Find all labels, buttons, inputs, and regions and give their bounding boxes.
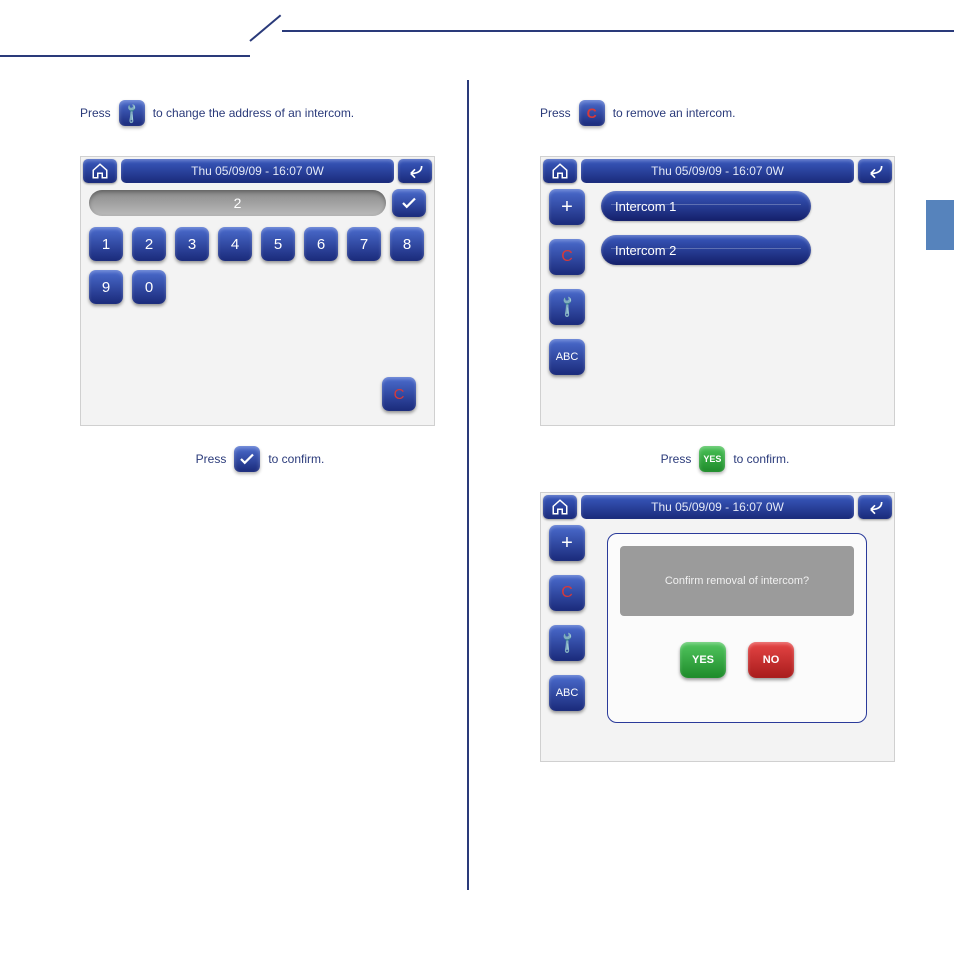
add-button[interactable]: + [549,525,585,561]
numpad: 1 2 3 4 5 6 7 8 9 0 [89,227,426,304]
text-suffix: to remove an intercom. [613,106,736,120]
no-button[interactable]: NO [748,642,794,678]
screen-intercom-list: Thu 05/09/09 - 16:07 0W + C 🔧 ABC Interc… [540,156,895,426]
yes-button[interactable]: YES [680,642,726,678]
wrench-icon: 🔧 [554,630,580,656]
abc-button[interactable]: ABC [549,675,585,711]
confirm-button[interactable] [392,189,426,217]
add-button[interactable]: + [549,189,585,225]
screen-body: + C 🔧 ABC Confirm removal of intercom? Y… [549,525,886,753]
back-button[interactable] [398,159,432,183]
abc-button[interactable]: ABC [549,339,585,375]
text-press: Press [661,452,692,466]
screen-body: 2 1 2 3 4 5 6 7 8 9 0 C [89,189,426,417]
list-item[interactable]: Intercom 1 [601,191,811,221]
screen-topbar: Thu 05/09/09 - 16:07 0W [541,493,894,521]
key-8[interactable]: 8 [390,227,424,261]
key-6[interactable]: 6 [304,227,338,261]
plus-icon: + [561,532,573,555]
text-suffix: to change the address of an intercom. [153,106,354,120]
home-icon [91,162,109,180]
text-press: Press [196,452,227,466]
key-7[interactable]: 7 [347,227,381,261]
left-column: Press 🔧 to change the address of an inte… [80,100,440,492]
key-2[interactable]: 2 [132,227,166,261]
text-press: Press [540,106,571,120]
decorative-line [249,15,281,42]
instruction-change-address: Press 🔧 to change the address of an inte… [80,100,440,126]
dialog-message: Confirm removal of intercom? [620,546,854,616]
list-item[interactable]: Intercom 2 [601,235,811,265]
back-arrow-icon [865,497,885,517]
intercom-list: Intercom 1 Intercom 2 [601,189,886,417]
list-item-label: Intercom 1 [615,199,676,214]
clear-button[interactable]: C [549,575,585,611]
topbar-datetime: Thu 05/09/09 - 16:07 0W [581,495,854,519]
clear-label: C [561,584,573,602]
home-button[interactable] [543,159,577,183]
key-9[interactable]: 9 [89,270,123,304]
wrench-icon: 🔧 [554,294,580,320]
key-5[interactable]: 5 [261,227,295,261]
key-1[interactable]: 1 [89,227,123,261]
dialog-buttons: YES NO [620,642,854,678]
key-3[interactable]: 3 [175,227,209,261]
clear-button[interactable]: C [382,377,416,411]
screen-topbar: Thu 05/09/09 - 16:07 0W [541,157,894,185]
check-icon [400,194,418,212]
clear-label: C [561,248,573,266]
key-4[interactable]: 4 [218,227,252,261]
key-0[interactable]: 0 [132,270,166,304]
back-button[interactable] [858,495,892,519]
screen-topbar: Thu 05/09/09 - 16:07 0W [81,157,434,185]
home-button[interactable] [83,159,117,183]
screen-confirm-dialog: Thu 05/09/09 - 16:07 0W + C 🔧 ABC Confir… [540,492,895,762]
home-icon [551,162,569,180]
settings-button[interactable]: 🔧 [549,289,585,325]
topbar-datetime: Thu 05/09/09 - 16:07 0W [121,159,394,183]
confirm-dialog: Confirm removal of intercom? YES NO [607,533,867,723]
back-button[interactable] [858,159,892,183]
text-press: Press [80,106,111,120]
wrench-icon: 🔧 [119,100,145,126]
side-buttons: + C 🔧 ABC [549,189,585,417]
home-icon [551,498,569,516]
back-arrow-icon [865,161,885,181]
right-column: Press to remove an intercom. Thu 05/09/0… [540,100,910,762]
decorative-line [0,55,250,57]
text-suffix: to confirm. [733,452,789,466]
display-row: 2 [89,189,426,217]
clear-label: C [394,386,405,403]
screen-body: + C 🔧 ABC Intercom 1 Intercom 2 [549,189,886,417]
home-button[interactable] [543,495,577,519]
settings-button[interactable]: 🔧 [549,625,585,661]
back-arrow-icon [405,161,425,181]
screen-address-entry: Thu 05/09/09 - 16:07 0W 2 1 2 3 4 5 6 7 … [80,156,435,426]
instruction-remove-intercom: Press to remove an intercom. [540,100,910,126]
side-tab [926,200,954,250]
instruction-confirm-remove: Press YES to confirm. [540,446,910,472]
clear-button[interactable]: C [549,239,585,275]
plus-icon: + [561,196,573,219]
address-display: 2 [89,190,386,216]
text-suffix: to confirm. [268,452,324,466]
side-buttons: + C 🔧 ABC [549,525,585,711]
topbar-datetime: Thu 05/09/09 - 16:07 0W [581,159,854,183]
decorative-line [282,30,954,32]
clear-c-icon [579,100,605,126]
instruction-confirm-address: Press to confirm. [80,446,440,472]
yes-icon: YES [699,446,725,472]
check-icon [234,446,260,472]
column-divider [467,80,469,890]
list-item-label: Intercom 2 [615,243,676,258]
